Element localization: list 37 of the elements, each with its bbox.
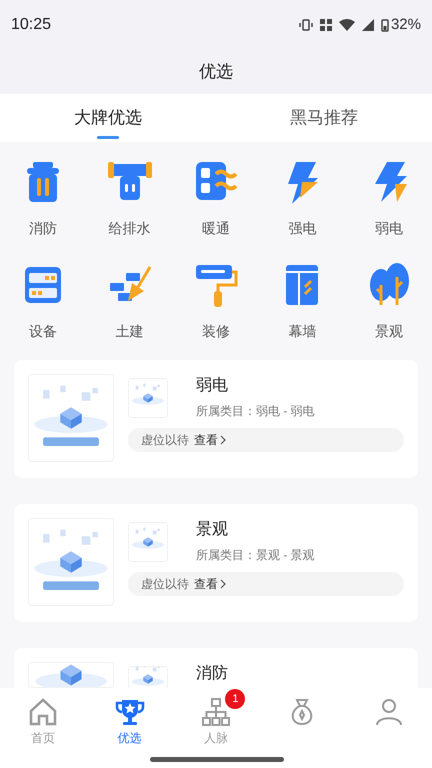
product-card[interactable]: 景观 所属类目：景观 - 景观 虚位以待 查看 xyxy=(14,504,418,622)
category-item[interactable]: 装修 xyxy=(172,261,260,342)
nfc-icon xyxy=(318,18,333,32)
page-title: 优选 xyxy=(199,61,233,84)
vibrate-icon xyxy=(298,18,313,32)
category-item[interactable]: 给排水 xyxy=(86,158,173,239)
category-item[interactable]: 景观 xyxy=(346,261,432,342)
category-item[interactable]: 弱电 xyxy=(346,158,432,239)
hierarchy-icon xyxy=(200,696,232,728)
view-link[interactable]: 查看 xyxy=(194,431,226,449)
product-title: 弱电 xyxy=(196,376,229,396)
product-card[interactable]: 消防 xyxy=(14,648,418,688)
placeholder-label: 虚位以待 xyxy=(141,576,189,593)
category-item[interactable]: 强电 xyxy=(259,158,346,239)
status-time: 10:25 xyxy=(11,15,52,35)
battery-level: 32% xyxy=(390,14,421,35)
product-category: 所属类目：弱电 - 弱电 xyxy=(196,403,315,420)
signal-icon xyxy=(360,18,375,32)
tab[interactable]: 黑马推荐 xyxy=(216,94,432,142)
notification-badge: 1 xyxy=(225,689,246,709)
category-item[interactable]: 幕墙 xyxy=(259,261,346,342)
home-icon xyxy=(27,696,60,728)
wifi-icon xyxy=(338,18,355,32)
category-item[interactable]: 暖通 xyxy=(172,158,260,239)
category-item[interactable]: 土建 xyxy=(86,261,173,342)
tab[interactable]: 大牌优选 xyxy=(0,94,216,142)
category-item[interactable]: 消防 xyxy=(0,158,86,239)
product-title: 景观 xyxy=(196,520,229,540)
category-item[interactable]: 设备 xyxy=(0,261,86,342)
product-card[interactable]: 弱电 所属类目：弱电 - 弱电 虚位以待 查看 xyxy=(14,360,418,478)
view-link[interactable]: 查看 xyxy=(194,575,226,593)
product-category: 所属类目：景观 - 景观 xyxy=(196,547,315,564)
battery-icon xyxy=(380,18,389,32)
product-title: 消防 xyxy=(196,664,228,684)
chevron-icon xyxy=(220,435,226,445)
placeholder-label: 虚位以待 xyxy=(141,432,189,449)
chevron-icon xyxy=(220,579,226,589)
